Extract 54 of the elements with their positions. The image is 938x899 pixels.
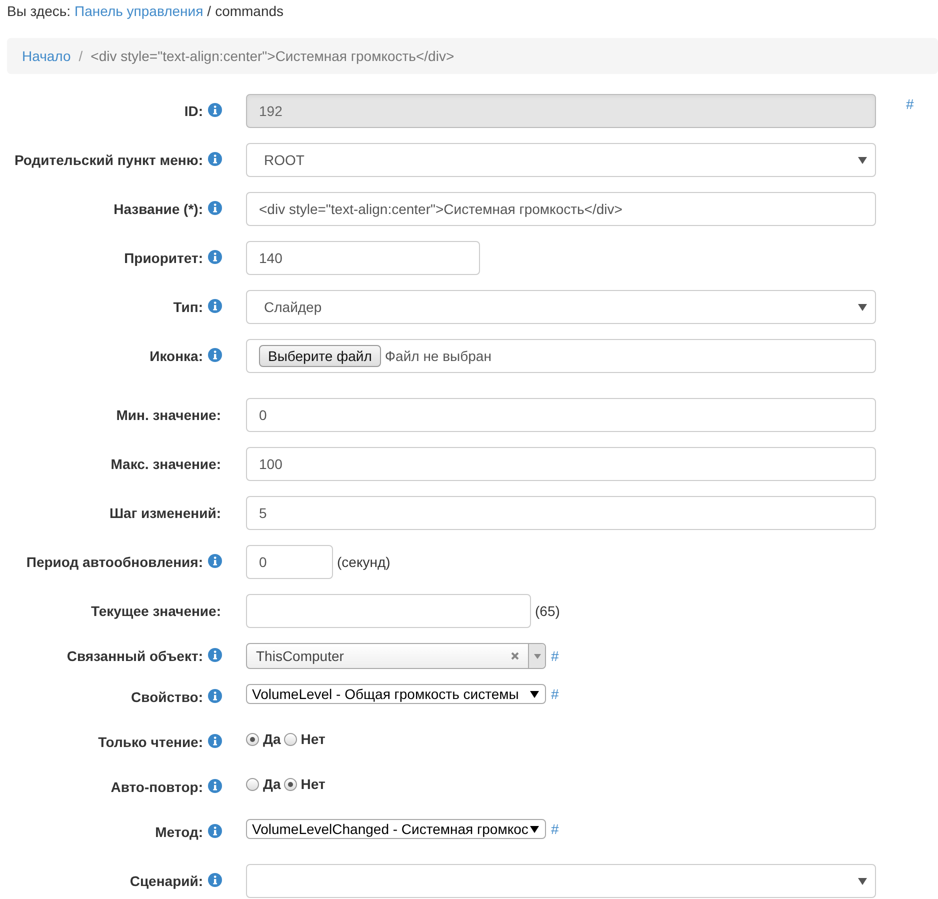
field-label: Приоритет: [124,249,203,268]
field-label: ID: [184,102,203,121]
field-label: Авто-повтор: [110,778,203,797]
text-field[interactable]: 5 [246,496,876,530]
field-label: Иконка: [150,347,203,366]
field-label: Название (*): [114,200,203,219]
select-field[interactable]: ROOT [246,143,876,177]
caret-icon [534,654,540,658]
breadcrumb-separator: / [207,2,212,21]
caret-icon [530,690,539,698]
caret-icon [858,156,867,164]
field-label: Мин. значение: [116,406,221,425]
radio-option[interactable]: Нет [284,729,326,749]
choose-file-button[interactable]: Выберите файл [259,345,381,367]
text-field[interactable]: 100 [246,447,876,481]
field-label: Сценарий: [130,872,203,891]
breadcrumb-prefix: Вы здесь: [7,2,71,21]
caret-icon [858,304,867,310]
caret-icon [858,878,867,884]
text-field[interactable]: 0 [246,398,876,432]
crumb-current: <div style="text-align:center">Системная громкость</div> [90,47,454,66]
field-suffix: (65) [535,602,560,621]
dropdown-field[interactable]: VolumeLevelChanged - Системная громкос [246,819,546,839]
radio-option[interactable]: Да [246,729,281,749]
field-label: Родительский пункт меню: [14,151,203,170]
crumb-separator: / [78,47,83,66]
text-field[interactable] [246,594,531,628]
field-label: Метод: [155,823,203,842]
text-field[interactable]: <div style="text-align:center">Системная громкость</div> [246,192,876,226]
select-field[interactable]: Слайдер [246,290,876,324]
breadcrumb-link[interactable]: Панель управления [74,1,204,38]
dropdown-field[interactable]: VolumeLevel - Общая громкость системы [246,684,546,704]
hash-link[interactable]: # [551,684,559,704]
radio-option[interactable]: Нет [284,774,326,794]
field-label: Текущее значение: [91,602,221,621]
caret-icon [530,826,539,832]
field-label: Период автообновления: [26,553,203,572]
field-label: Тип: [173,298,203,317]
hash-link[interactable]: # [551,819,559,839]
combo-field[interactable]: ThisComputer [246,643,546,669]
field-label: Связанный объект: [66,647,203,666]
text-field[interactable]: 0 [246,545,333,579]
text-field[interactable]: 140 [246,241,480,275]
field-suffix: (секунд) [337,553,390,572]
hash-link[interactable]: # [551,646,559,666]
file-status: Файл не выбран [384,347,492,366]
select-field[interactable] [246,864,876,898]
radio-option[interactable]: Да [246,774,281,794]
field-label: Свойство: [131,688,203,707]
field-label: Макс. значение: [110,455,221,474]
breadcrumb-current: commands [215,2,284,21]
field-label: Только чтение: [98,733,203,752]
field-label: Шаг изменений: [109,504,221,523]
clear-icon[interactable] [511,652,519,660]
